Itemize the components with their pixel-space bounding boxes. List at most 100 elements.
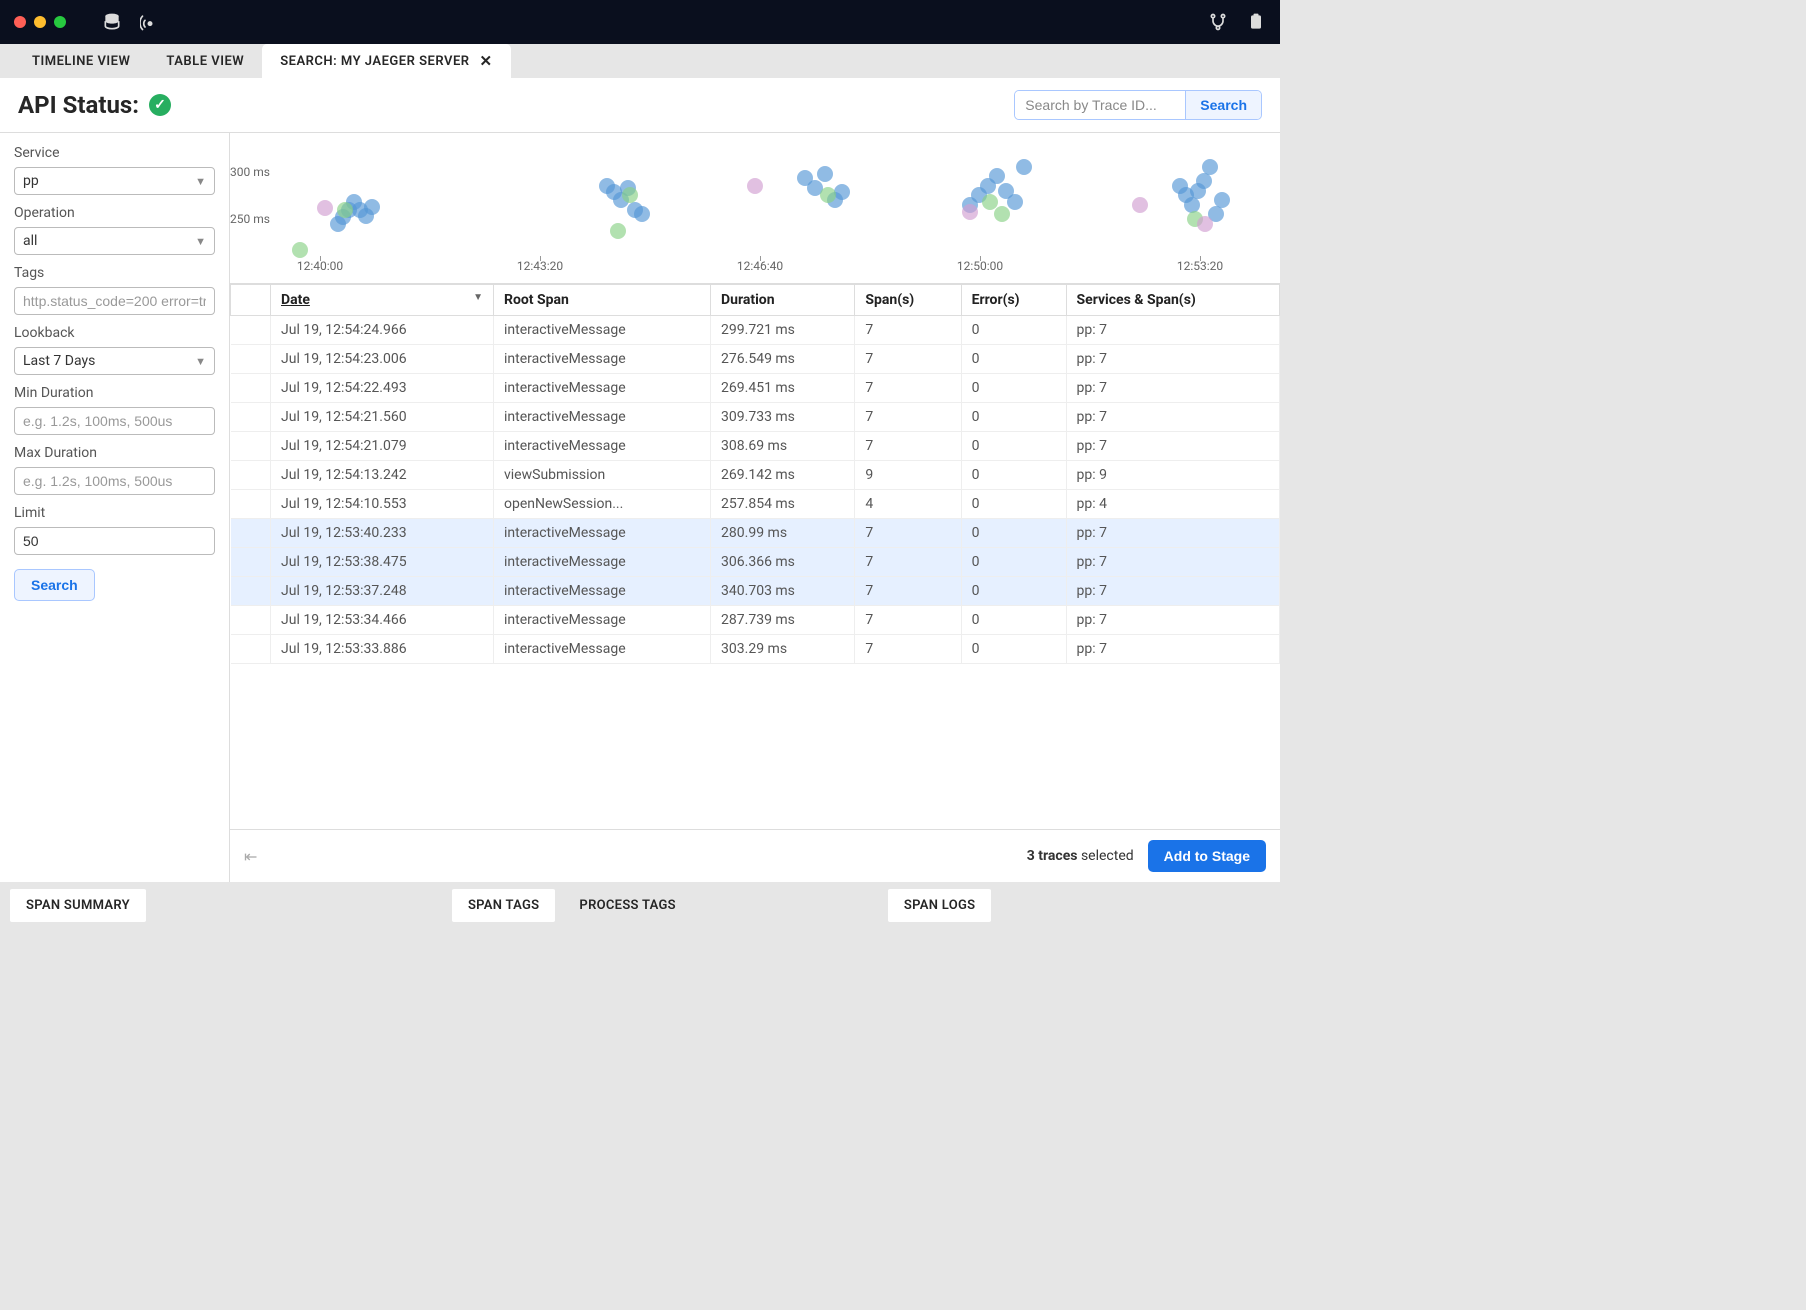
chart-point[interactable] bbox=[292, 242, 308, 258]
table-row[interactable]: Jul 19, 12:53:40.233interactiveMessage28… bbox=[231, 519, 1280, 548]
close-window-icon[interactable] bbox=[14, 16, 26, 28]
search-sidebar: Service pp▼ Operation all▼ Tags Lookback… bbox=[0, 133, 230, 882]
table-row[interactable]: Jul 19, 12:53:33.886interactiveMessage30… bbox=[231, 635, 1280, 664]
minimize-window-icon[interactable] bbox=[34, 16, 46, 28]
table-cell: 269.142 ms bbox=[711, 461, 855, 490]
add-to-stage-button[interactable]: Add to Stage bbox=[1148, 840, 1266, 872]
table-row[interactable]: Jul 19, 12:53:37.248interactiveMessage34… bbox=[231, 577, 1280, 606]
lookback-select[interactable]: Last 7 Days▼ bbox=[14, 347, 215, 375]
chart-point[interactable] bbox=[1214, 192, 1230, 208]
broadcast-icon[interactable] bbox=[140, 12, 160, 32]
table-cell: 303.29 ms bbox=[711, 635, 855, 664]
tab-table-view[interactable]: TABLE VIEW bbox=[148, 44, 262, 78]
table-row[interactable]: Jul 19, 12:54:21.079interactiveMessage30… bbox=[231, 432, 1280, 461]
table-cell: interactiveMessage bbox=[494, 345, 711, 374]
database-icon[interactable] bbox=[102, 12, 122, 32]
chart-point[interactable] bbox=[1016, 159, 1032, 175]
table-cell: 0 bbox=[961, 374, 1066, 403]
tab-span-tags[interactable]: SPAN TAGS bbox=[452, 889, 555, 922]
chart-point[interactable] bbox=[747, 178, 763, 194]
chart-point[interactable] bbox=[1197, 216, 1213, 232]
table-row[interactable]: Jul 19, 12:53:38.475interactiveMessage30… bbox=[231, 548, 1280, 577]
chart-point[interactable] bbox=[1202, 159, 1218, 175]
table-cell: 7 bbox=[855, 345, 961, 374]
table-row[interactable]: Jul 19, 12:54:23.006interactiveMessage27… bbox=[231, 345, 1280, 374]
table-cell: interactiveMessage bbox=[494, 316, 711, 345]
table-cell: 4 bbox=[855, 490, 961, 519]
table-cell: Jul 19, 12:53:34.466 bbox=[271, 606, 494, 635]
table-cell: Jul 19, 12:54:21.560 bbox=[271, 403, 494, 432]
col-header[interactable]: Services & Span(s) bbox=[1066, 285, 1279, 316]
table-cell: Jul 19, 12:54:22.493 bbox=[271, 374, 494, 403]
table-cell: 0 bbox=[961, 345, 1066, 374]
chart-point[interactable] bbox=[817, 166, 833, 182]
chart-point[interactable] bbox=[364, 199, 380, 215]
table-cell: 0 bbox=[961, 432, 1066, 461]
table-cell: Jul 19, 12:53:38.475 bbox=[271, 548, 494, 577]
table-row[interactable]: Jul 19, 12:54:24.966interactiveMessage29… bbox=[231, 316, 1280, 345]
table-cell: interactiveMessage bbox=[494, 548, 711, 577]
maxdur-input[interactable] bbox=[14, 467, 215, 495]
chart-point[interactable] bbox=[989, 168, 1005, 184]
clipboard-icon[interactable] bbox=[1246, 12, 1266, 32]
tab-process-tags[interactable]: PROCESS TAGS bbox=[563, 889, 692, 922]
table-cell: pp: 4 bbox=[1066, 490, 1279, 519]
table-row[interactable]: Jul 19, 12:54:10.553openNewSession...257… bbox=[231, 490, 1280, 519]
table-cell: Jul 19, 12:53:37.248 bbox=[271, 577, 494, 606]
table-cell: 0 bbox=[961, 403, 1066, 432]
table-row[interactable]: Jul 19, 12:53:34.466interactiveMessage28… bbox=[231, 606, 1280, 635]
table-row[interactable]: Jul 19, 12:54:21.560interactiveMessage30… bbox=[231, 403, 1280, 432]
table-cell: pp: 7 bbox=[1066, 403, 1279, 432]
tab-timeline-view[interactable]: TIMELINE VIEW bbox=[14, 44, 148, 78]
tab-search[interactable]: SEARCH: MY JAEGER SERVER ✕ bbox=[262, 44, 510, 78]
chart-point[interactable] bbox=[610, 223, 626, 239]
col-header[interactable]: Date▼ bbox=[271, 285, 494, 316]
table-cell: pp: 7 bbox=[1066, 635, 1279, 664]
table-cell: 7 bbox=[855, 519, 961, 548]
maximize-window-icon[interactable] bbox=[54, 16, 66, 28]
chart-point[interactable] bbox=[1196, 173, 1212, 189]
chart-point[interactable] bbox=[994, 206, 1010, 222]
col-header[interactable]: Span(s) bbox=[855, 285, 961, 316]
table-footer: ⇤ 3 traces selected Add to Stage bbox=[230, 829, 1280, 882]
chart-point[interactable] bbox=[820, 187, 836, 203]
table-cell: 7 bbox=[855, 432, 961, 461]
chart-point[interactable] bbox=[1132, 197, 1148, 213]
sidebar-search-button[interactable]: Search bbox=[14, 569, 95, 601]
trace-id-input[interactable] bbox=[1015, 91, 1185, 119]
chart-point[interactable] bbox=[834, 184, 850, 200]
table-row[interactable]: Jul 19, 12:54:13.242viewSubmission269.14… bbox=[231, 461, 1280, 490]
trace-search-button[interactable]: Search bbox=[1185, 91, 1261, 119]
chart-point[interactable] bbox=[634, 206, 650, 222]
chart-point[interactable] bbox=[317, 200, 333, 216]
table-cell: interactiveMessage bbox=[494, 403, 711, 432]
limit-input[interactable] bbox=[14, 527, 215, 555]
operation-select[interactable]: all▼ bbox=[14, 227, 215, 255]
traces-table-wrap[interactable]: Date▼Root SpanDurationSpan(s)Error(s)Ser… bbox=[230, 283, 1280, 829]
table-cell: interactiveMessage bbox=[494, 374, 711, 403]
chart-point[interactable] bbox=[337, 202, 353, 218]
close-tab-icon[interactable]: ✕ bbox=[480, 54, 493, 69]
sort-desc-icon: ▼ bbox=[473, 292, 483, 303]
service-select[interactable]: pp▼ bbox=[14, 167, 215, 195]
chart-point[interactable] bbox=[1007, 194, 1023, 210]
col-header[interactable]: Root Span bbox=[494, 285, 711, 316]
tab-span-summary[interactable]: SPAN SUMMARY bbox=[10, 889, 146, 922]
chart-point[interactable] bbox=[962, 204, 978, 220]
tab-span-logs[interactable]: SPAN LOGS bbox=[888, 889, 991, 922]
table-row[interactable]: Jul 19, 12:54:22.493interactiveMessage26… bbox=[231, 374, 1280, 403]
tags-input[interactable] bbox=[14, 287, 215, 315]
table-cell: 280.99 ms bbox=[711, 519, 855, 548]
chevron-down-icon: ▼ bbox=[195, 235, 206, 248]
col-header[interactable]: Duration bbox=[711, 285, 855, 316]
col-header[interactable]: Error(s) bbox=[961, 285, 1066, 316]
y-tick-label: 250 ms bbox=[230, 212, 270, 226]
branch-icon[interactable] bbox=[1208, 12, 1228, 32]
back-arrow-icon[interactable]: ⇤ bbox=[244, 847, 257, 866]
scatter-chart[interactable]: 250 ms300 ms 12:40:0012:43:2012:46:4012:… bbox=[230, 133, 1280, 283]
table-cell: interactiveMessage bbox=[494, 519, 711, 548]
table-cell: 0 bbox=[961, 461, 1066, 490]
traces-table: Date▼Root SpanDurationSpan(s)Error(s)Ser… bbox=[230, 284, 1280, 664]
chart-point[interactable] bbox=[622, 187, 638, 203]
mindur-input[interactable] bbox=[14, 407, 215, 435]
